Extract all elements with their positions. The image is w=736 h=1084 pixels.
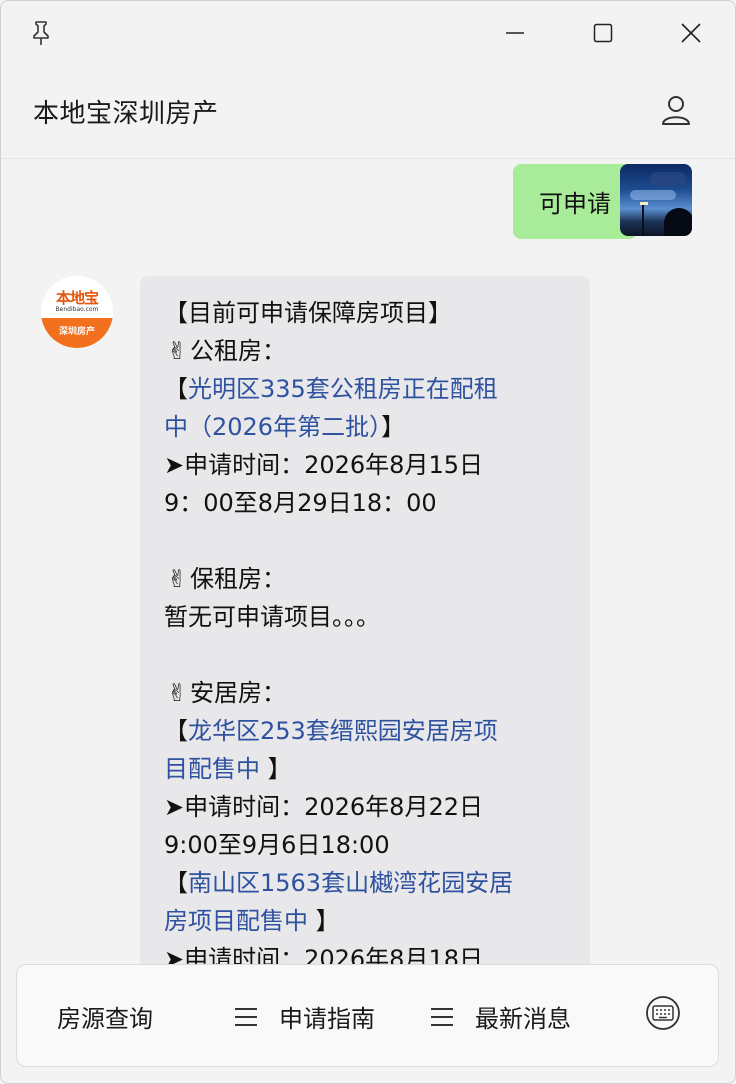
minimize-icon[interactable] bbox=[495, 13, 535, 53]
project-link[interactable]: 光明区335套公租房正在配租 bbox=[188, 375, 498, 403]
message-line: 9:00至9月6日18:00 bbox=[164, 831, 390, 859]
message-line: ✌ 安居房： bbox=[164, 674, 566, 712]
message-link-line[interactable]: 房项目配售中 】 bbox=[164, 902, 566, 940]
victory-hand-icon: ✌ bbox=[166, 565, 188, 593]
menu-label: 房源查询 bbox=[57, 1005, 153, 1033]
outgoing-message: 可申请 bbox=[513, 164, 647, 239]
message-link-line[interactable]: 【光明区335套公租房正在配租 bbox=[164, 370, 566, 408]
keyboard-icon[interactable] bbox=[645, 995, 681, 1031]
message-line: ✌ 公租房： bbox=[164, 332, 566, 370]
chat-header: 本地宝深圳房产 bbox=[1, 63, 735, 159]
message-link-line[interactable]: 【龙华区253套缙熙园安居房项 bbox=[164, 712, 566, 750]
user-avatar[interactable] bbox=[620, 164, 692, 236]
menu-list-icon bbox=[431, 1007, 453, 1026]
app-window: 本地宝深圳房产 可申请 本地宝 Bendibao.com 深圳房产 【目前可申请… bbox=[0, 0, 736, 1084]
message-line: 【目前可申请保障房项目】 bbox=[164, 299, 452, 327]
bot-avatar[interactable]: 本地宝 Bendibao.com 深圳房产 bbox=[41, 276, 113, 348]
project-link[interactable]: 龙华区253套缙熙园安居房项 bbox=[188, 717, 498, 745]
outgoing-message-text: 可申请 bbox=[539, 190, 611, 218]
message-link-line[interactable]: 目配售中 】 bbox=[164, 750, 566, 788]
project-link[interactable]: 目配售中 bbox=[164, 755, 260, 783]
bot-logo-text: 本地宝 bbox=[55, 289, 99, 307]
title-bar bbox=[1, 1, 735, 63]
project-link[interactable]: 房项目配售中 bbox=[164, 907, 308, 935]
message-line: 9：00至8月29日18：00 bbox=[164, 489, 437, 517]
pin-icon[interactable] bbox=[21, 13, 61, 53]
message-link-line[interactable]: 中（2026年第二批）】 bbox=[164, 408, 566, 446]
close-icon[interactable] bbox=[671, 13, 711, 53]
message-line: 暂无可申请项目。。。 bbox=[164, 603, 380, 631]
menu-house-search[interactable]: 房源查询 bbox=[57, 999, 153, 1034]
menu-label: 最新消息 bbox=[475, 1005, 571, 1033]
bot-logo-domain: Bendibao.com bbox=[55, 306, 99, 313]
bottom-menu: 房源查询 申请指南 最新消息 bbox=[16, 964, 719, 1067]
user-icon[interactable] bbox=[655, 89, 697, 131]
menu-latest-news[interactable]: 最新消息 bbox=[431, 999, 571, 1034]
message-line: ➤申请时间：2026年8月15日 bbox=[164, 451, 483, 479]
incoming-message: 【目前可申请保障房项目】 ✌ 公租房： 【光明区335套公租房正在配租 中（202… bbox=[140, 276, 590, 970]
victory-hand-icon: ✌ bbox=[166, 337, 188, 365]
message-line: ✌ 保租房： bbox=[164, 560, 566, 598]
victory-hand-icon: ✌ bbox=[166, 679, 188, 707]
menu-list-icon bbox=[235, 1007, 257, 1026]
project-link[interactable]: 南山区1563套山樾湾花园安居 bbox=[188, 869, 513, 897]
bot-logo-subtitle: 深圳房产 bbox=[58, 327, 95, 337]
message-line: ➤申请时间：2026年8月22日 bbox=[164, 793, 483, 821]
page-title: 本地宝深圳房产 bbox=[33, 99, 219, 129]
project-link[interactable]: 中（2026年第二批） bbox=[164, 413, 381, 441]
menu-label: 申请指南 bbox=[279, 1005, 375, 1033]
chat-area[interactable]: 可申请 本地宝 Bendibao.com 深圳房产 【目前可申请保障房项目】 ✌… bbox=[1, 160, 735, 970]
maximize-icon[interactable] bbox=[583, 13, 623, 53]
message-link-line[interactable]: 【南山区1563套山樾湾花园安居 bbox=[164, 864, 566, 902]
menu-apply-guide[interactable]: 申请指南 bbox=[235, 999, 375, 1034]
